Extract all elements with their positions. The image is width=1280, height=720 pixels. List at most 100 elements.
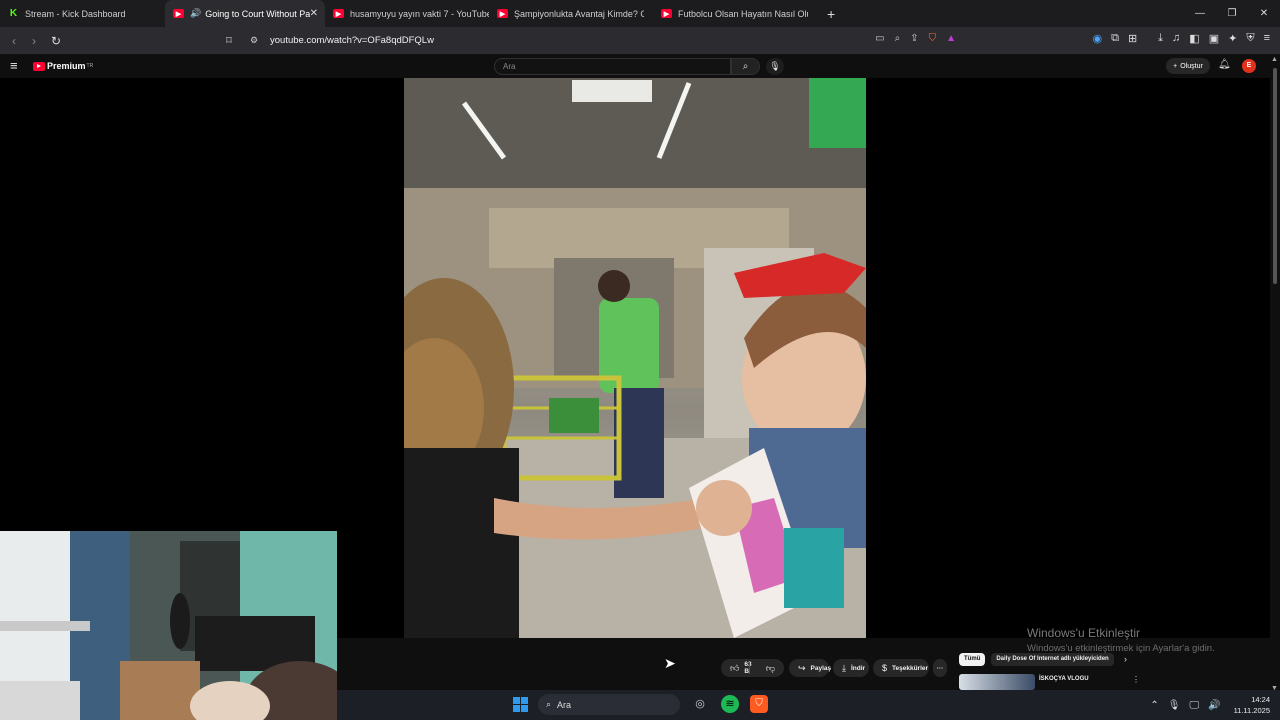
reload-icon[interactable]: ↻ — [46, 34, 66, 48]
recommended-title[interactable]: İSKOÇYA VLOGU — [1039, 676, 1089, 682]
video-player[interactable] — [404, 78, 866, 638]
search-icon: ⌕ — [546, 699, 552, 709]
tab-husamyuyu[interactable]: ▶ husamyuyu yayın vakti 7 - YouTube — [325, 0, 489, 27]
tab-sampiyonluk[interactable]: ▶ Şampiyonlukta Avantaj Kimde? Galat — [489, 0, 653, 27]
mouse-cursor-icon: ➤ — [664, 655, 676, 671]
logo-label: Premium — [47, 61, 86, 71]
share-button[interactable]: ↪ Paylaş — [789, 659, 831, 677]
tab-title: Futbolcu Olsan Hayatın Nasıl Olurdu — [678, 8, 808, 19]
browser-right-tools: ◉ ⧉ ⊞ ⤓ ♫ ◧ ▣ ✦ ⛨ ≡ — [1092, 32, 1270, 45]
youtube-icon: ▶ — [333, 9, 344, 18]
browser-tab-bar: K Stream - Kick Dashboard ▶ 🔊 Going to C… — [0, 0, 1280, 27]
tab-going-to-court[interactable]: ▶ 🔊 Going to Court Without Pants ✕ — [165, 0, 325, 27]
brave-browser-icon[interactable]: ⛉ — [750, 695, 768, 713]
menu-icon[interactable]: ≡ — [1264, 32, 1270, 45]
browser-toolbar: ‹ › ↻ ⌑ ⚙ youtube.com/watch?v=OFa8qdDFQL… — [0, 27, 1280, 54]
cast-icon[interactable]: ▭ — [875, 33, 884, 44]
forward-icon[interactable]: › — [24, 34, 44, 48]
brave-shield-icon[interactable]: ⛉ — [929, 33, 937, 44]
webcam-overlay — [0, 531, 337, 720]
chip-from-uploader[interactable]: Daily Dose Of Internet adlı yükleyiciden — [991, 653, 1114, 666]
download-icon[interactable]: ⤓ — [1158, 32, 1163, 45]
chrome-like-app-icon[interactable]: ◎ — [691, 695, 709, 713]
notifications-bell-icon[interactable]: 🔔︎ — [1218, 59, 1231, 70]
create-button[interactable]: + Oluştur — [1166, 58, 1210, 74]
back-icon[interactable]: ‹ — [4, 34, 24, 48]
speaker-icon[interactable]: 🔊 — [190, 8, 201, 19]
microphone-icon[interactable]: 🎙 — [766, 58, 784, 75]
vpn-icon[interactable]: ⛨ — [1246, 32, 1254, 45]
bookmark-icon[interactable]: ⌑ — [220, 34, 238, 47]
search-input[interactable]: Ara — [494, 58, 731, 75]
wallet-icon[interactable]: ▣ — [1209, 32, 1219, 45]
taskbar-search[interactable]: ⌕ Ara — [538, 694, 680, 715]
spotify-icon[interactable]: ≋ — [721, 695, 739, 713]
more-vert-icon[interactable]: ⋮ — [1132, 675, 1140, 684]
avatar[interactable]: E — [1242, 59, 1256, 73]
thumbs-up-icon[interactable]: 👍︎ — [730, 663, 739, 674]
download-label: İndir — [850, 664, 866, 672]
chip-all[interactable]: Tümü — [959, 653, 986, 666]
tab-futbolcu[interactable]: ▶ Futbolcu Olsan Hayatın Nasıl Olurdu — [653, 0, 817, 27]
youtube-premium-logo[interactable]: Premium TR — [33, 61, 93, 71]
minimize-icon[interactable]: — — [1184, 0, 1216, 27]
address-bar-actions: ▭ ⌕ ⇪ ⛉ ▲ — [875, 33, 956, 44]
thanks-button[interactable]: $ Teşekkürler — [873, 659, 929, 677]
recommended-thumbnail[interactable] — [959, 674, 1035, 690]
logo-country: TR — [86, 63, 94, 69]
sidebar-icon[interactable]: ◧ — [1189, 32, 1199, 45]
youtube-icon: ▶ — [497, 9, 508, 18]
download-button[interactable]: ⤓ İndir — [833, 659, 869, 677]
chevron-right-icon[interactable]: › — [1124, 654, 1127, 664]
create-label: Oluştur — [1180, 62, 1203, 70]
new-tab-button[interactable]: + — [827, 6, 835, 22]
webcam-frame — [0, 531, 337, 720]
youtube-logo-icon — [33, 61, 45, 71]
taskbar-search-label: Ara — [557, 699, 572, 710]
restore-icon[interactable]: ❐ — [1216, 0, 1248, 27]
extensions-icon[interactable]: ⧉ — [1111, 32, 1119, 45]
microphone-tray-icon[interactable]: 🎙 — [1168, 700, 1181, 711]
recommendation-chips: Tümü Daily Dose Of Internet adlı yükleyi… — [959, 653, 1114, 666]
video-frame — [404, 78, 866, 638]
scroll-up-icon[interactable]: ▲ — [1271, 56, 1278, 63]
network-icon[interactable]: 🖵 — [1189, 700, 1199, 711]
address-bar[interactable]: ⌑ ⚙ youtube.com/watch?v=OFa8qdDFQLw ▭ ⌕ … — [220, 30, 964, 51]
youtube-icon: ▶ — [661, 9, 672, 18]
leo-icon[interactable]: ◉ — [1092, 32, 1102, 45]
search-icon[interactable]: ⌕ — [731, 58, 760, 75]
youtube-icon: ▶ — [173, 9, 184, 18]
like-divider — [749, 662, 750, 674]
hamburger-menu-icon[interactable]: ≡ — [10, 58, 18, 73]
more-actions-button[interactable]: ··· — [933, 659, 947, 677]
download-icon: ⤓ — [842, 662, 846, 673]
clock[interactable]: 14:24 11.11.2025 — [1234, 694, 1270, 716]
tab-title: Stream - Kick Dashboard — [25, 8, 126, 19]
media-icon[interactable]: ♫ — [1172, 32, 1180, 45]
tab-title: Şampiyonlukta Avantaj Kimde? Galat — [514, 8, 644, 19]
volume-icon[interactable]: 🔊 — [1208, 700, 1220, 711]
site-settings-icon[interactable]: ⚙ — [244, 35, 264, 46]
close-tab-icon[interactable]: ✕ — [310, 8, 318, 19]
page-scrollbar[interactable]: ▲ ▼ — [1270, 56, 1280, 692]
thumbs-down-icon[interactable]: 👎︎ — [766, 663, 775, 674]
close-window-icon[interactable]: ✕ — [1248, 0, 1280, 27]
windows-taskbar: ⌕ Ara ◎ ≋ ⛉ ⌃ 🎙 🖵 🔊 14:24 11.11.2025 — [337, 690, 1280, 720]
url-text[interactable]: youtube.com/watch?v=OFa8qdDFQLw — [270, 35, 434, 46]
activation-watermark-title: Windows'u Etkinleştir — [1027, 626, 1140, 640]
brave-rewards-icon[interactable]: ▲ — [946, 33, 956, 44]
window-controls: — ❐ ✕ — [1184, 0, 1280, 27]
clock-date: 11.11.2025 — [1233, 706, 1270, 715]
windows-start-icon[interactable] — [513, 697, 528, 712]
tab-kick-dashboard[interactable]: K Stream - Kick Dashboard — [0, 0, 165, 27]
screenshot-icon[interactable]: ⊞ — [1128, 32, 1137, 45]
ai-icon[interactable]: ✦ — [1228, 32, 1237, 45]
chevron-up-icon[interactable]: ⌃ — [1150, 700, 1158, 711]
share-icon[interactable]: ⇪ — [910, 33, 918, 44]
like-dislike-button[interactable]: 👍︎ 63 B 👎︎ — [721, 659, 784, 677]
scrollbar-thumb[interactable] — [1273, 68, 1277, 284]
thanks-label: Teşekkürler — [892, 664, 929, 672]
zoom-icon[interactable]: ⌕ — [895, 33, 901, 44]
thanks-icon: $ — [882, 663, 888, 673]
activation-watermark-text: Windows'u etkinleştirmek için Ayarlar'a … — [1027, 643, 1215, 654]
